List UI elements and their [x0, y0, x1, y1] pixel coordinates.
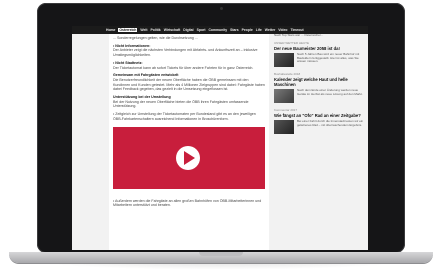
sidebar-section-label: UNSER WETTER HEUTE — [274, 40, 310, 45]
teaser-text: Nach 5 Jahren Bau wird ein neuer Bahnhof… — [297, 51, 360, 64]
nav-item-home[interactable]: Home — [106, 28, 115, 32]
teaser-text: Bei einer Fahrt durch die Innenstadt tes… — [297, 118, 364, 127]
nav-item-welt[interactable]: Welt — [140, 28, 147, 32]
sidebar-section-label: Bushaltestelle 2018 — [274, 71, 301, 76]
nav-item-community[interactable]: Community — [208, 28, 227, 32]
article-paragraph: • Nicht Stadtnetz: Der Ticketautomat kann… — [113, 60, 254, 70]
article-paragraph: Unterstützung bei der Umstellung Bei der … — [113, 95, 249, 109]
nav-item-video[interactable]: Video — [278, 28, 287, 32]
laptop-screen: Home Österreich Welt Politik Wirtschaft … — [72, 26, 368, 250]
teaser-thumbnail[interactable] — [274, 52, 294, 67]
article-paragraph: • Außerdem werden die Fahrgäste an allen… — [113, 198, 262, 208]
teaser-thumbnail[interactable] — [274, 119, 294, 134]
camera-icon — [220, 7, 223, 10]
sidebar-teaser-title[interactable]: Kalender zeigt welche Haut und helle Mas… — [274, 77, 366, 87]
play-icon — [184, 150, 195, 165]
sidebar-teaser[interactable]: Nach dem Ende einer Änderung werden neue… — [274, 87, 366, 103]
sidebar-teaser-title[interactable]: Wie fängst an "Ofo" Rad an einer Zeitgab… — [274, 113, 366, 118]
nav-item-oesterreich[interactable]: Österreich — [118, 28, 138, 32]
article-paragraph: • Zeitgleich zur Umstellung der Ticketau… — [113, 112, 256, 121]
nav-item-timeout[interactable]: Timeout — [290, 28, 303, 32]
nav-item-people[interactable]: People — [242, 28, 253, 32]
nav-item-sport[interactable]: Sport — [197, 28, 206, 32]
article-paragraph: ... Sonderregelungen gelten, wie die Dur… — [113, 36, 198, 40]
nav-item-life[interactable]: Life — [256, 28, 262, 32]
sidebar-teaser[interactable]: Nach 5 Jahren Bau wird ein neuer Bahnhof… — [274, 51, 366, 67]
sidebar-teaser[interactable]: Bei einer Fahrt durch die Innenstadt tes… — [274, 118, 366, 134]
teaser-thumbnail[interactable] — [274, 88, 294, 103]
article-paragraph: • Nicht Informationen: Der Anbieter zeigt… — [113, 43, 258, 58]
nav-item-politik[interactable]: Politik — [151, 28, 161, 32]
nav-item-wirtschaft[interactable]: Wirtschaft — [164, 28, 181, 32]
sidebar-section-label: Kommentar 2017 — [274, 107, 298, 112]
sidebar: Nach Top Stars war ... Österreicher... U… — [274, 34, 366, 250]
article-body: ... Sonderregelungen gelten, wie die Dur… — [109, 34, 269, 250]
nav-item-stars[interactable]: Stars — [230, 28, 238, 32]
article-paragraph: Gemeinsam mit Fahrgästen entwickelt Die B… — [113, 73, 265, 92]
sidebar-top-text: Nach Top Stars war ... Österreicher... — [274, 34, 324, 37]
sidebar-teaser-title[interactable]: Der neue Baumeister 2058 ist da! — [274, 46, 366, 51]
top-navigation: Home Österreich Welt Politik Wirtschaft … — [72, 26, 368, 34]
nav-item-digital[interactable]: Digital — [183, 28, 193, 32]
nav-item-wetter[interactable]: Wetter — [265, 28, 276, 32]
teaser-text: Nach dem Ende einer Änderung werden neue… — [297, 87, 363, 96]
video-player[interactable] — [113, 126, 265, 189]
laptop-notch — [199, 252, 243, 256]
laptop-base — [9, 252, 433, 263]
